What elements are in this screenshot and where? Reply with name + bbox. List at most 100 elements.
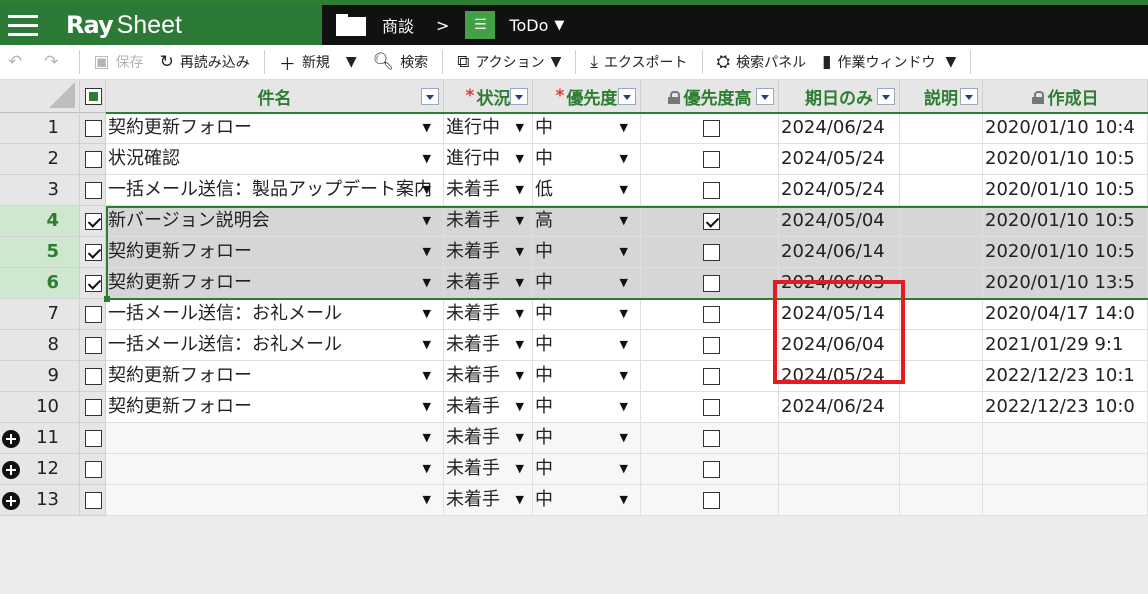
row-checkbox[interactable] — [85, 182, 102, 199]
cell-due[interactable]: 2024/06/24 — [779, 113, 900, 144]
cell-desc[interactable] — [900, 485, 983, 516]
cell-high[interactable] — [641, 454, 779, 485]
cell-status[interactable]: 進行中 ▼ — [444, 144, 533, 175]
dropdown-arrow-icon[interactable]: ▼ — [516, 299, 524, 329]
filter-dropdown-icon[interactable] — [877, 88, 895, 105]
cell-due[interactable]: 2024/05/14 — [779, 299, 900, 330]
cell-high[interactable] — [641, 268, 779, 299]
add-row-icon[interactable] — [2, 430, 20, 448]
cell-subject[interactable]: 契約更新フォロー ▼ — [106, 268, 444, 299]
row-number[interactable]: 9 — [0, 361, 80, 392]
dropdown-arrow-icon[interactable]: ▼ — [620, 361, 628, 391]
cell-due[interactable]: 2024/05/24 — [779, 144, 900, 175]
breadcrumb-folder[interactable]: 商談 — [382, 13, 414, 37]
cell-desc[interactable] — [900, 330, 983, 361]
priority-high-checkbox[interactable] — [703, 368, 720, 385]
cell-high[interactable] — [641, 330, 779, 361]
cell-status[interactable]: 進行中 ▼ — [444, 113, 533, 144]
cell-subject[interactable]: 契約更新フォロー ▼ — [106, 237, 444, 268]
cell-due[interactable] — [779, 485, 900, 516]
cell-desc[interactable] — [900, 392, 983, 423]
cell-priority[interactable]: 中 ▼ — [533, 423, 641, 454]
dropdown-arrow-icon[interactable]: ▼ — [620, 392, 628, 422]
table-row[interactable]: 9 契約更新フォロー ▼ 未着手 ▼ 中 ▼ 2024/05/24 2022/12/23 10:… — [0, 361, 1148, 392]
cell-high[interactable] — [641, 175, 779, 206]
cell-desc[interactable] — [900, 144, 983, 175]
new-button[interactable]: ＋ 新規 — [271, 45, 338, 80]
cell-high[interactable] — [641, 237, 779, 268]
row-number[interactable]: 5 — [0, 237, 80, 268]
cell-desc[interactable] — [900, 175, 983, 206]
cell-priority[interactable]: 中 ▼ — [533, 268, 641, 299]
row-number[interactable]: 7 — [0, 299, 80, 330]
cell-status[interactable]: 未着手 ▼ — [444, 330, 533, 361]
table-row[interactable]: 11 ▼ 未着手 ▼ 中 ▼ — [0, 423, 1148, 454]
cell-subject[interactable]: ▼ — [106, 423, 444, 454]
cell-subject[interactable]: ▼ — [106, 485, 444, 516]
cell-high[interactable] — [641, 299, 779, 330]
grid-corner[interactable] — [0, 80, 80, 113]
cell-desc[interactable] — [900, 206, 983, 237]
dropdown-arrow-icon[interactable]: ▼ — [423, 113, 431, 143]
filter-dropdown-icon[interactable] — [421, 88, 439, 105]
row-checkbox[interactable] — [85, 213, 102, 230]
cell-subject[interactable]: 契約更新フォロー ▼ — [106, 392, 444, 423]
table-row[interactable]: 2 状況確認 ▼ 進行中 ▼ 中 ▼ 2024/05/24 2020/01/10 10:5 — [0, 144, 1148, 175]
priority-high-checkbox[interactable] — [703, 244, 720, 261]
row-number[interactable]: 10 — [0, 392, 80, 423]
cell-due[interactable]: 2024/06/24 — [779, 392, 900, 423]
dropdown-arrow-icon[interactable]: ▼ — [516, 485, 524, 515]
cell-priority[interactable]: 中 ▼ — [533, 454, 641, 485]
table-row[interactable]: 1 契約更新フォロー ▼ 進行中 ▼ 中 ▼ 2024/06/24 2020/01/10 10:… — [0, 113, 1148, 144]
cell-high[interactable] — [641, 485, 779, 516]
table-row[interactable]: 10 契約更新フォロー ▼ 未着手 ▼ 中 ▼ 2024/06/24 2022/12/23 10… — [0, 392, 1148, 423]
priority-high-checkbox[interactable] — [703, 337, 720, 354]
cell-created[interactable]: 2020/01/10 10:5 — [983, 206, 1148, 237]
cell-status[interactable]: 未着手 ▼ — [444, 454, 533, 485]
cell-due[interactable]: 2024/05/04 — [779, 206, 900, 237]
cell-due[interactable]: 2024/06/03 — [779, 268, 900, 299]
row-checkbox[interactable] — [85, 461, 102, 478]
row-number[interactable]: 11 — [0, 423, 80, 454]
add-row-icon[interactable] — [2, 492, 20, 510]
priority-high-checkbox[interactable] — [703, 151, 720, 168]
row-checkbox[interactable] — [85, 306, 102, 323]
dropdown-arrow-icon[interactable]: ▼ — [423, 330, 431, 360]
work-window-button[interactable]: ▮ 作業ウィンドウ ▼ — [814, 45, 964, 80]
cell-high[interactable] — [641, 423, 779, 454]
row-number[interactable]: 12 — [0, 454, 80, 485]
row-checkbox[interactable] — [85, 399, 102, 416]
dropdown-arrow-icon[interactable]: ▼ — [516, 113, 524, 143]
dropdown-arrow-icon[interactable]: ▼ — [620, 175, 628, 205]
cell-status[interactable]: 未着手 ▼ — [444, 361, 533, 392]
export-button[interactable]: ⤓ エクスポート — [582, 45, 695, 80]
cell-subject[interactable]: ▼ — [106, 454, 444, 485]
table-row[interactable]: 7 一括メール送信：お礼メール ▼ 未着手 ▼ 中 ▼ 2024/05/14 2020/04/1… — [0, 299, 1148, 330]
dropdown-arrow-icon[interactable]: ▼ — [423, 485, 431, 515]
cell-created[interactable]: 2022/12/23 10:1 — [983, 361, 1148, 392]
cell-high[interactable] — [641, 361, 779, 392]
column-header-status[interactable]: * 状況 — [444, 80, 533, 113]
priority-high-checkbox[interactable] — [703, 492, 720, 509]
column-header-high[interactable]: 優先度高 — [641, 80, 779, 113]
dropdown-arrow-icon[interactable]: ▼ — [423, 423, 431, 453]
hamburger-menu-icon[interactable] — [8, 15, 38, 37]
cell-due[interactable] — [779, 454, 900, 485]
redo-button[interactable]: ↷ — [36, 45, 72, 80]
select-all-checkbox[interactable] — [80, 80, 106, 113]
cell-created[interactable]: 2020/01/10 10:5 — [983, 144, 1148, 175]
dropdown-arrow-icon[interactable]: ▼ — [516, 268, 524, 298]
dropdown-arrow-icon[interactable]: ▼ — [620, 206, 628, 236]
dropdown-arrow-icon[interactable]: ▼ — [516, 175, 524, 205]
cell-status[interactable]: 未着手 ▼ — [444, 392, 533, 423]
cell-subject[interactable]: 契約更新フォロー ▼ — [106, 361, 444, 392]
cell-high[interactable] — [641, 392, 779, 423]
priority-high-checkbox[interactable] — [703, 120, 720, 137]
cell-high[interactable] — [641, 113, 779, 144]
dropdown-arrow-icon[interactable]: ▼ — [423, 175, 431, 205]
row-checkbox[interactable] — [85, 120, 102, 137]
priority-high-checkbox[interactable] — [703, 430, 720, 447]
dropdown-arrow-icon[interactable]: ▼ — [423, 454, 431, 484]
row-number[interactable]: 8 — [0, 330, 80, 361]
column-header-created[interactable]: 作成日 — [983, 80, 1148, 113]
